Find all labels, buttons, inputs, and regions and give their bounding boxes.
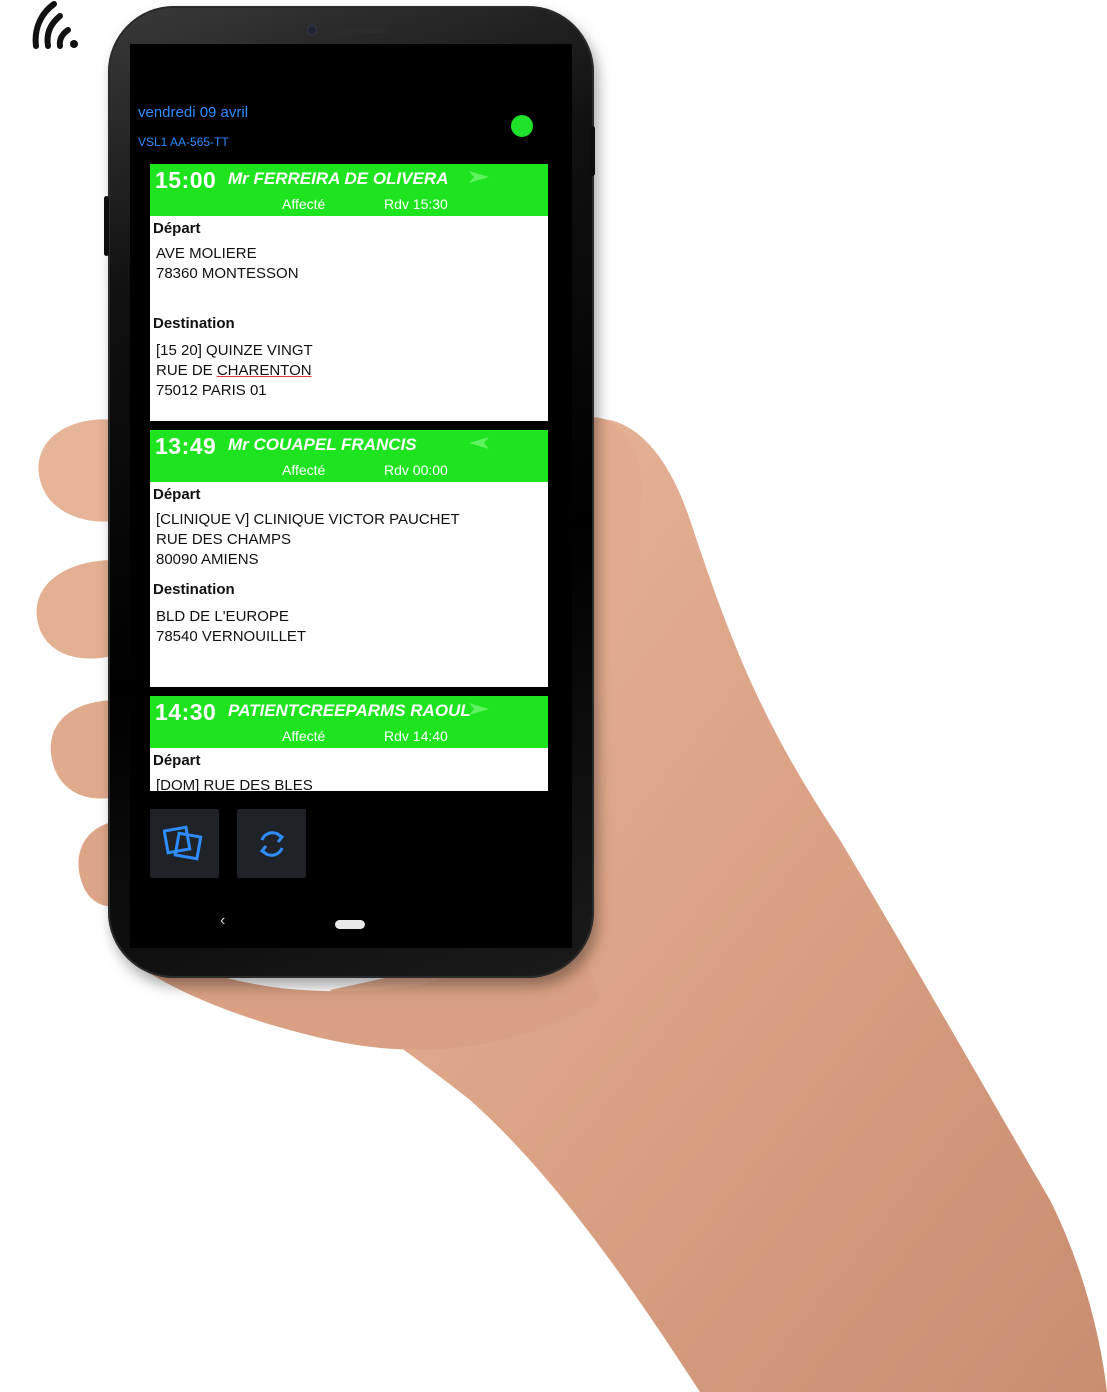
patient-name: Mr FERREIRA DE OLIVERA	[228, 169, 449, 188]
appointment-time: Rdv 00:00	[384, 462, 448, 478]
address-line: 75012 PARIS 01	[156, 382, 267, 399]
wifi-signal-icon	[32, 1, 78, 49]
overlapping-squares-icon	[162, 825, 202, 860]
address-line: BLD DE L'EUROPE	[156, 608, 289, 625]
mission-card-header: 13:49 Mr COUAPEL FRANCIS Affecté Rdv 00:…	[150, 430, 548, 482]
phone-screen: vendredi 09 avril VSL1 AA-565-TT 15:00 M…	[130, 44, 572, 948]
nav-back-button[interactable]: ‹	[220, 912, 225, 930]
address-line: [15 20] QUINZE VINGT	[156, 342, 313, 359]
mission-card[interactable]: 13:49 Mr COUAPEL FRANCIS Affecté Rdv 00:…	[150, 430, 548, 687]
depart-label: Départ	[153, 752, 201, 769]
mission-status: Affecté	[282, 196, 326, 212]
depart-label: Départ	[153, 220, 201, 237]
current-date: vendredi 09 avril	[138, 104, 249, 121]
nav-home-button[interactable]	[335, 920, 365, 929]
address-line: 78540 VERNOUILLET	[156, 628, 307, 645]
phone-side-button	[104, 196, 109, 256]
appointment-time: Rdv 15:30	[384, 196, 448, 212]
mission-status: Affecté	[282, 462, 326, 478]
address-line: AVE MOLIERE	[156, 245, 257, 262]
front-camera	[307, 25, 317, 35]
return-arrow-icon[interactable]	[468, 435, 490, 451]
appointment-time: Rdv 14:40	[384, 728, 448, 744]
destination-label: Destination	[153, 581, 235, 598]
mission-card[interactable]: 14:30 PATIENTCREEPARMS RAOUL Affecté Rdv…	[150, 696, 548, 791]
depart-address: [CLINIQUE V] CLINIQUE VICTOR PAUCHET RUE…	[156, 510, 460, 570]
address-line-text: RUE DE CHARENTON	[156, 362, 312, 379]
mission-time: 13:49	[155, 433, 217, 459]
send-arrow-icon[interactable]	[468, 701, 490, 717]
phone-speaker	[330, 28, 386, 33]
depart-label: Départ	[153, 486, 201, 503]
refresh-button[interactable]	[237, 809, 306, 878]
address-line: [CLINIQUE V] CLINIQUE VICTOR PAUCHET	[156, 511, 460, 528]
overlapping-squares-button[interactable]	[150, 809, 219, 878]
mission-card-header: 14:30 PATIENTCREEPARMS RAOUL Affecté Rdv…	[150, 696, 548, 748]
patient-name: PATIENTCREEPARMS RAOUL	[228, 701, 471, 720]
address-line: RUE DE CHARENTON	[156, 361, 313, 381]
depart-address: [DOM] RUE DES BLES	[156, 776, 313, 791]
mission-card[interactable]: 15:00 Mr FERREIRA DE OLIVERA Affecté Rdv…	[150, 164, 548, 421]
mission-time: 14:30	[155, 699, 217, 725]
mission-list[interactable]: 15:00 Mr FERREIRA DE OLIVERA Affecté Rdv…	[150, 164, 548, 791]
phone-side-button	[590, 126, 595, 176]
depart-address: AVE MOLIERE 78360 MONTESSON	[156, 244, 299, 284]
mission-card-header: 15:00 Mr FERREIRA DE OLIVERA Affecté Rdv…	[150, 164, 548, 216]
refresh-icon	[259, 830, 284, 857]
destination-address: BLD DE L'EUROPE 78540 VERNOUILLET	[156, 607, 306, 647]
patient-name: Mr COUAPEL FRANCIS	[228, 435, 417, 454]
destination-label: Destination	[153, 315, 235, 332]
address-line: 80090 AMIENS	[156, 551, 259, 568]
address-line: [DOM] RUE DES BLES	[156, 777, 313, 791]
connection-status-dot	[511, 115, 533, 137]
address-line: RUE DES CHAMPS	[156, 531, 292, 548]
destination-address: [15 20] QUINZE VINGT RUE DE CHARENTON 75…	[156, 341, 313, 401]
address-line: 78360 MONTESSON	[156, 265, 299, 282]
mission-status: Affecté	[282, 728, 326, 744]
vehicle-id: VSL1 AA-565-TT	[138, 135, 229, 149]
send-arrow-icon[interactable]	[468, 169, 490, 185]
mission-time: 15:00	[155, 167, 217, 193]
